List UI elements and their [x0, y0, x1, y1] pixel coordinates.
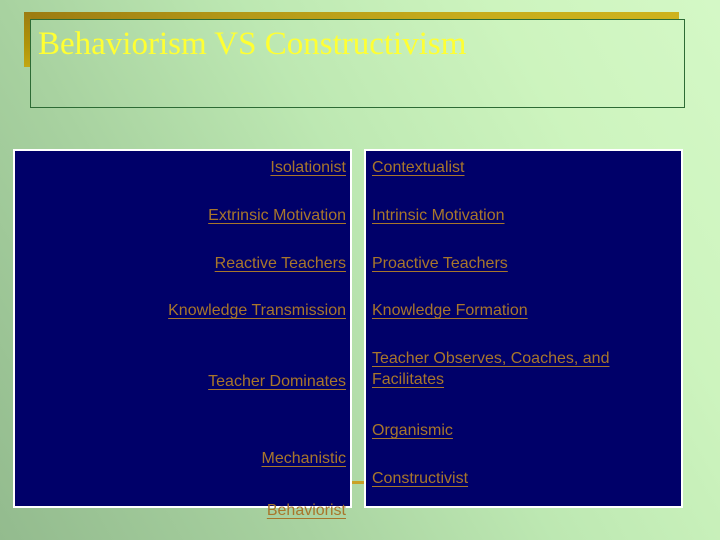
behaviorism-term: Knowledge Transmission	[168, 302, 346, 319]
constructivism-term-list: Contextualist Intrinsic Motivation Proacti…	[366, 151, 681, 506]
behaviorism-panel: Isolationist Extrinsic Motivation Reactive…	[13, 149, 352, 519]
behaviorism-term: Behaviorist	[266, 502, 346, 519]
constructivism-term: Contextualist	[372, 159, 465, 176]
constructivism-term: Proactive Teachers	[372, 255, 508, 272]
behaviorism-term: Reactive Teachers	[214, 255, 346, 272]
title-accent-top-bar	[24, 12, 679, 19]
behaviorism-term: Mechanistic	[261, 450, 346, 467]
constructivism-term: Constructivist	[372, 470, 469, 487]
constructivism-panel: Contextualist Intrinsic Motivation Proacti…	[364, 149, 683, 508]
constructivism-term: Intrinsic Motivation	[372, 207, 505, 224]
title-block: Behaviorism VS Constructivism	[24, 12, 686, 112]
behaviorism-term: Extrinsic Motivation	[208, 207, 346, 224]
constructivism-term: Teacher Observes, Coaches, and Facilitat…	[372, 350, 610, 388]
gutter-dash-marker	[352, 481, 364, 484]
page-title: Behaviorism VS Constructivism	[38, 26, 467, 62]
behaviorism-term: Isolationist	[270, 159, 346, 176]
constructivism-term: Organismic	[372, 422, 453, 439]
constructivism-term: Knowledge Formation	[372, 302, 528, 319]
behaviorism-term-list: Isolationist Extrinsic Motivation Reactive…	[15, 151, 350, 519]
behaviorism-term: Teacher Dominates	[208, 373, 346, 390]
slide-canvas: Behaviorism VS Constructivism Isolationi…	[0, 0, 720, 540]
